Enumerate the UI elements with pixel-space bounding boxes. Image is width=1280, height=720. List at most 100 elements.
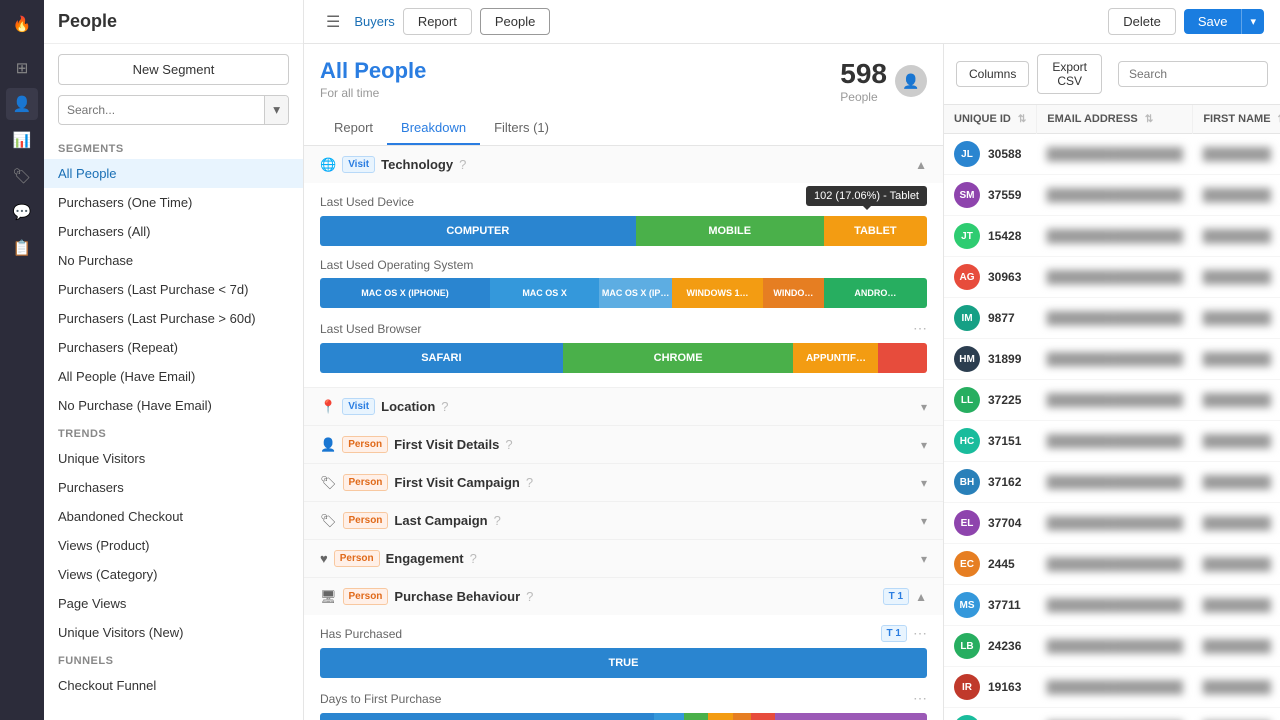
bar-mobile: MOBILE — [636, 216, 824, 246]
cell-email: ████████████████ — [1037, 175, 1193, 216]
sub-tab-filters[interactable]: Filters (1) — [480, 112, 563, 145]
nav-icon-chart[interactable]: 📊 — [6, 124, 38, 156]
breadcrumb-buyers[interactable]: Buyers — [354, 10, 394, 33]
firstname-value: ████████ — [1203, 147, 1271, 161]
last-campaign-header[interactable]: 🏷 Person Last Campaign ? ▾ — [304, 502, 943, 539]
nav-item-purchasers-trend[interactable]: Purchasers — [44, 473, 303, 502]
export-csv-button[interactable]: Export CSV — [1037, 54, 1102, 94]
sub-tab-breakdown[interactable]: Breakdown — [387, 112, 480, 145]
location-header[interactable]: 📍 Visit Location ? ▾ — [304, 388, 943, 425]
nav-item-checkout-funnel[interactable]: Checkout Funnel — [44, 671, 303, 700]
nav-item-unique-visitors-new[interactable]: Unique Visitors (New) — [44, 618, 303, 647]
nav-item-page-views[interactable]: Page Views — [44, 589, 303, 618]
nav-item-unique-visitors[interactable]: Unique Visitors — [44, 444, 303, 473]
nav-item-purchasers-all[interactable]: Purchasers (All) — [44, 217, 303, 246]
table-row[interactable]: EC 2445 ████████████████ ████████ ██████… — [944, 544, 1280, 585]
cell-email: ████████████████ — [1037, 257, 1193, 298]
device-menu-icon[interactable]: ⋯ — [913, 193, 927, 210]
row-avatar: HM — [954, 346, 980, 372]
col-header-email[interactable]: EMAIL ADDRESS ⇅ — [1037, 105, 1193, 134]
app-logo[interactable]: 🔥 — [6, 8, 38, 40]
engagement-header[interactable]: ♥ Person Engagement ? ▾ — [304, 540, 943, 577]
table-row[interactable]: AG 30963 ████████████████ ████████ █████… — [944, 257, 1280, 298]
nav-item-purchasers-60d[interactable]: Purchasers (Last Purchase > 60d) — [44, 304, 303, 333]
nav-item-purchasers-7d[interactable]: Purchasers (Last Purchase < 7d) — [44, 275, 303, 304]
segment-count: 598 — [840, 58, 887, 90]
nav-icon-people[interactable]: 👤 — [6, 88, 38, 120]
nav-item-abandoned-checkout[interactable]: Abandoned Checkout — [44, 502, 303, 531]
fvc-header[interactable]: 🏷 Person First Visit Campaign ? ▾ — [304, 464, 943, 501]
has-purchased-menu[interactable]: ⋯ — [913, 625, 927, 642]
sub-tab-report[interactable]: Report — [320, 112, 387, 145]
table-search-input[interactable] — [1118, 61, 1268, 87]
table-row[interactable]: LL 37225 ████████████████ ████████ █████… — [944, 380, 1280, 421]
nav-item-no-purchase-email[interactable]: No Purchase (Have Email) — [44, 391, 303, 420]
nav-item-no-purchase[interactable]: No Purchase — [44, 246, 303, 275]
table-row[interactable]: BH 37162 ████████████████ ████████ █████… — [944, 462, 1280, 503]
last-used-browser-label: Last Used Browser ⋯ — [320, 320, 927, 337]
row-avatar: SM — [954, 182, 980, 208]
table-row[interactable]: IR 19163 ████████████████ ████████ █████… — [944, 667, 1280, 708]
nav-icon-message[interactable]: 💬 — [6, 196, 38, 228]
bar-day-2: 2 — [684, 713, 708, 720]
menu-icon[interactable]: ☰ — [320, 8, 346, 36]
browser-menu-icon[interactable]: ⋯ — [913, 320, 927, 337]
table-row[interactable]: SM 37559 ████████████████ ████████ █████… — [944, 175, 1280, 216]
nav-item-have-email[interactable]: All People (Have Email) — [44, 362, 303, 391]
table-row[interactable]: IM 9877 ████████████████ ████████ ██████… — [944, 298, 1280, 339]
bar-windows1: WINDOWS 1… — [672, 278, 763, 308]
segment-search-input[interactable] — [59, 97, 264, 123]
cell-uid: AG 30963 — [944, 257, 1037, 298]
chevron-down-location: ▾ — [921, 400, 927, 414]
segment-avatar: 👤 — [895, 65, 927, 97]
right-panel: Columns Export CSV UNIQUE ID ⇅ EMAIL ADD… — [944, 44, 1280, 720]
search-dropdown-button[interactable]: ▾ — [264, 96, 288, 124]
table-row[interactable]: SC 37441 ████████████████ ████████ █████… — [944, 708, 1280, 720]
firstname-value: ████████ — [1203, 311, 1271, 325]
nav-item-views-product[interactable]: Views (Product) — [44, 531, 303, 560]
nav-icon-tag[interactable]: 🏷 — [6, 160, 38, 192]
new-segment-button[interactable]: New Segment — [58, 54, 289, 85]
heart-icon: ♥ — [320, 551, 328, 566]
table-row[interactable]: HC 37151 ████████████████ ████████ █████… — [944, 421, 1280, 462]
table-row[interactable]: MS 37711 ████████████████ ████████ █████… — [944, 585, 1280, 626]
table-toolbar: Columns Export CSV — [944, 44, 1280, 105]
delete-button[interactable]: Delete — [1108, 8, 1176, 35]
email-value: ████████████████ — [1047, 557, 1183, 571]
email-value: ████████████████ — [1047, 188, 1183, 202]
col-header-uid[interactable]: UNIQUE ID ⇅ — [944, 105, 1037, 134]
save-button[interactable]: Save — [1184, 9, 1242, 34]
nav-item-purchasers-repeat[interactable]: Purchasers (Repeat) — [44, 333, 303, 362]
table-row[interactable]: JT 15428 ████████████████ ████████ █████… — [944, 216, 1280, 257]
save-dropdown-arrow[interactable]: ▾ — [1241, 9, 1264, 34]
table-row[interactable]: EL 37704 ████████████████ ████████ █████… — [944, 503, 1280, 544]
col-header-firstname[interactable]: FIRST NAME ⇅ — [1193, 105, 1280, 134]
purchase-behaviour-header[interactable]: 🖥 Person Purchase Behaviour ? T 1 ▲ — [304, 578, 943, 615]
section-last-campaign: 🏷 Person Last Campaign ? ▾ — [304, 502, 943, 540]
nav-icon-list[interactable]: 📋 — [6, 232, 38, 264]
tab-report[interactable]: Report — [403, 8, 472, 35]
days-to-purchase-menu[interactable]: ⋯ — [913, 690, 927, 707]
nav-item-purchasers-one-time[interactable]: Purchasers (One Time) — [44, 188, 303, 217]
chevron-down-fv: ▾ — [921, 438, 927, 452]
cell-email: ████████████████ — [1037, 134, 1193, 175]
bar-day-3: 3 — [708, 713, 732, 720]
chevron-down-lc: ▾ — [921, 514, 927, 528]
breakdown-content: 🌐 Visit Technology ? ▲ Last Used Device — [304, 146, 943, 720]
firstname-value: ████████ — [1203, 680, 1271, 694]
nav-icon-grid[interactable]: ⊞ — [6, 52, 38, 84]
technology-header[interactable]: 🌐 Visit Technology ? ▲ — [304, 146, 943, 183]
cell-firstname: ████████ — [1193, 298, 1280, 339]
table-row[interactable]: LB 24236 ████████████████ ████████ █████… — [944, 626, 1280, 667]
first-visit-header[interactable]: 👤 Person First Visit Details ? ▾ — [304, 426, 943, 463]
columns-button[interactable]: Columns — [956, 61, 1029, 87]
nav-item-all-people[interactable]: All People — [44, 159, 303, 188]
help-icon-technology: ? — [459, 157, 466, 172]
table-row[interactable]: JL 30588 ████████████████ ████████ █████… — [944, 134, 1280, 175]
cell-uid: EC 2445 — [944, 544, 1037, 585]
tab-people[interactable]: People — [480, 8, 550, 35]
cell-uid: LL 37225 — [944, 380, 1037, 421]
nav-item-views-category[interactable]: Views (Category) — [44, 560, 303, 589]
table-row[interactable]: HM 31899 ████████████████ ████████ █████… — [944, 339, 1280, 380]
cell-firstname: ████████ — [1193, 175, 1280, 216]
